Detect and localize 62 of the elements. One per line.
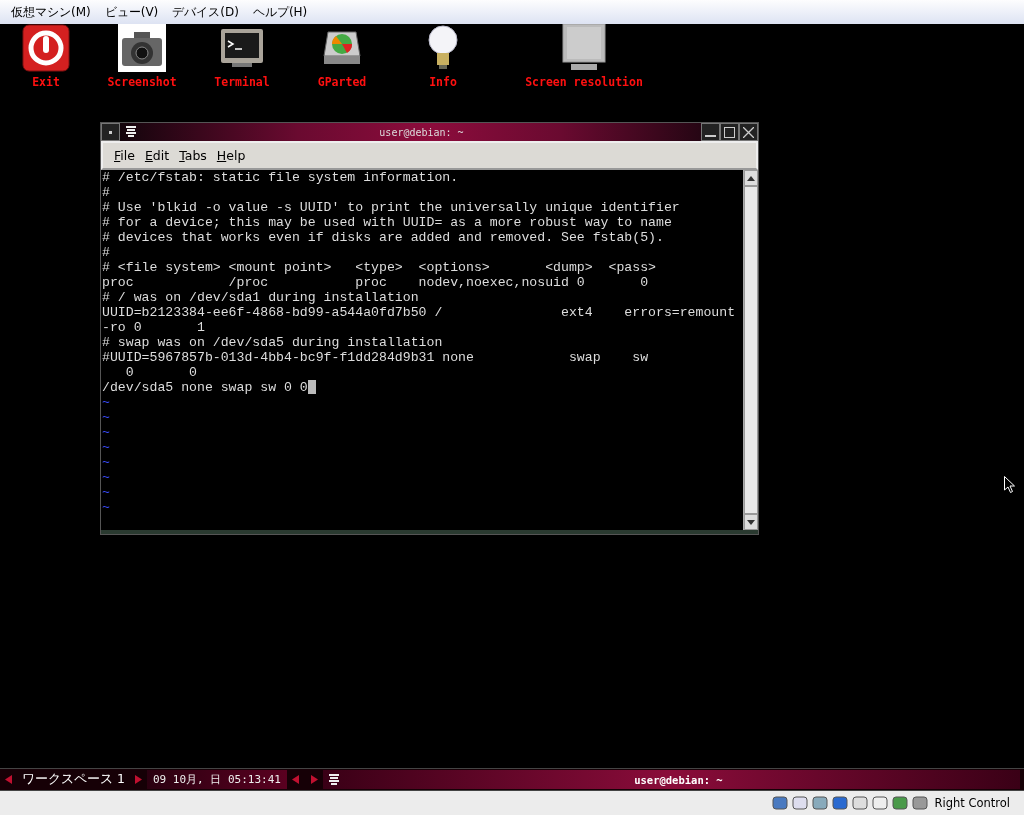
camera-icon[interactable] bbox=[118, 24, 166, 72]
empty-line-marker: ~ bbox=[102, 455, 110, 470]
terminal-line: # Use 'blkid -o value -s UUID' to print the universally unique identifier bbox=[102, 200, 680, 215]
menu-item[interactable]: ビュー(V) bbox=[97, 2, 166, 22]
empty-line-marker: ~ bbox=[102, 470, 110, 485]
terminal-line: 0 0 bbox=[124, 365, 197, 380]
taskbar-window-button[interactable]: user@debian: ~ bbox=[322, 770, 1020, 789]
window-title: user@debian: ~ bbox=[378, 126, 465, 138]
monitor-icon[interactable] bbox=[561, 24, 607, 72]
terminal-line: # devices that works even if disks are added and removed. See fstab(5). bbox=[102, 230, 664, 245]
close-button[interactable] bbox=[739, 123, 758, 141]
menu-item[interactable]: File bbox=[109, 148, 140, 163]
app-icon bbox=[124, 125, 138, 139]
launcher-label[interactable]: Screen resolution bbox=[525, 75, 643, 89]
clock: 09 10月, 日 05:13:41 bbox=[146, 770, 287, 789]
empty-line-marker: ~ bbox=[102, 410, 110, 425]
terminal-line: # bbox=[102, 245, 110, 260]
launcher-label[interactable]: Info bbox=[429, 75, 457, 89]
terminal-line: #UUID=5967857b-013d-4bb4-bc9f-f1dd284d9b31 none swap sw bbox=[102, 350, 649, 365]
workspace-label[interactable]: ワークスペース 1 bbox=[18, 771, 129, 788]
left-arrow-icon[interactable] bbox=[291, 775, 300, 784]
terminal-line: UUID=b2123384-ee6f-4868-bd99-a544a0fd7b50 / ext4 errors=remount bbox=[102, 305, 736, 320]
app-icon bbox=[326, 772, 341, 787]
terminal-line: /dev/sda5 none swap sw 0 0 bbox=[102, 380, 308, 395]
empty-line-marker: ~ bbox=[102, 440, 110, 455]
terminal-line: # /etc/fstab: static file system information. bbox=[102, 170, 459, 185]
terminal-line: proc /proc proc nodev,noexec,nosuid 0 0 bbox=[102, 275, 649, 290]
minimize-button[interactable] bbox=[701, 123, 720, 141]
empty-line-marker: ~ bbox=[102, 500, 110, 515]
menu-item[interactable]: Edit bbox=[139, 148, 175, 163]
up-arrow-icon[interactable] bbox=[747, 175, 755, 181]
launcher-label[interactable]: Terminal bbox=[214, 75, 270, 89]
terminal-line: # swap was on /dev/sda5 during installation bbox=[102, 335, 443, 350]
menu-item[interactable]: Help bbox=[211, 148, 251, 163]
menu-item[interactable]: デバイス(D) bbox=[165, 2, 246, 22]
close-icon[interactable] bbox=[743, 126, 754, 138]
terminal-icon[interactable] bbox=[220, 28, 264, 68]
terminal-line: # <file system> <mount point> <type> <options> <dump> <pass> bbox=[102, 260, 656, 275]
empty-line-marker: ~ bbox=[102, 425, 110, 440]
terminal-line: -ro 0 1 bbox=[102, 320, 205, 335]
power-icon[interactable] bbox=[22, 24, 70, 72]
terminal-line: # bbox=[102, 185, 110, 200]
menu-item[interactable]: ヘルプ(H) bbox=[245, 2, 315, 22]
right-arrow-icon[interactable] bbox=[309, 775, 318, 784]
launcher-label[interactable]: GParted bbox=[317, 75, 367, 89]
right-arrow-icon[interactable] bbox=[133, 775, 142, 784]
mouse-pointer-icon bbox=[1004, 476, 1015, 493]
window-menu-button[interactable] bbox=[101, 123, 120, 141]
maximize-icon[interactable] bbox=[724, 126, 735, 138]
launcher-label[interactable]: Screenshot bbox=[107, 75, 177, 89]
empty-line-marker: ~ bbox=[102, 395, 110, 410]
menu-item[interactable]: 仮想マシン(M) bbox=[4, 2, 98, 22]
maximize-button[interactable] bbox=[720, 123, 739, 141]
host-key-label: Right Control bbox=[934, 796, 1010, 810]
left-arrow-icon[interactable] bbox=[5, 775, 13, 784]
terminal-line: # for a device; this may be used with UUID= as a more robust way to name bbox=[102, 215, 672, 230]
empty-line-marker: ~ bbox=[102, 485, 110, 500]
menu-item[interactable]: Tabs bbox=[174, 148, 212, 163]
terminal-line: # / was on /dev/sda1 during installation bbox=[102, 290, 419, 305]
light-bulb-icon[interactable] bbox=[426, 24, 460, 72]
launcher-label[interactable]: Exit bbox=[32, 75, 60, 89]
text-cursor bbox=[307, 380, 316, 394]
